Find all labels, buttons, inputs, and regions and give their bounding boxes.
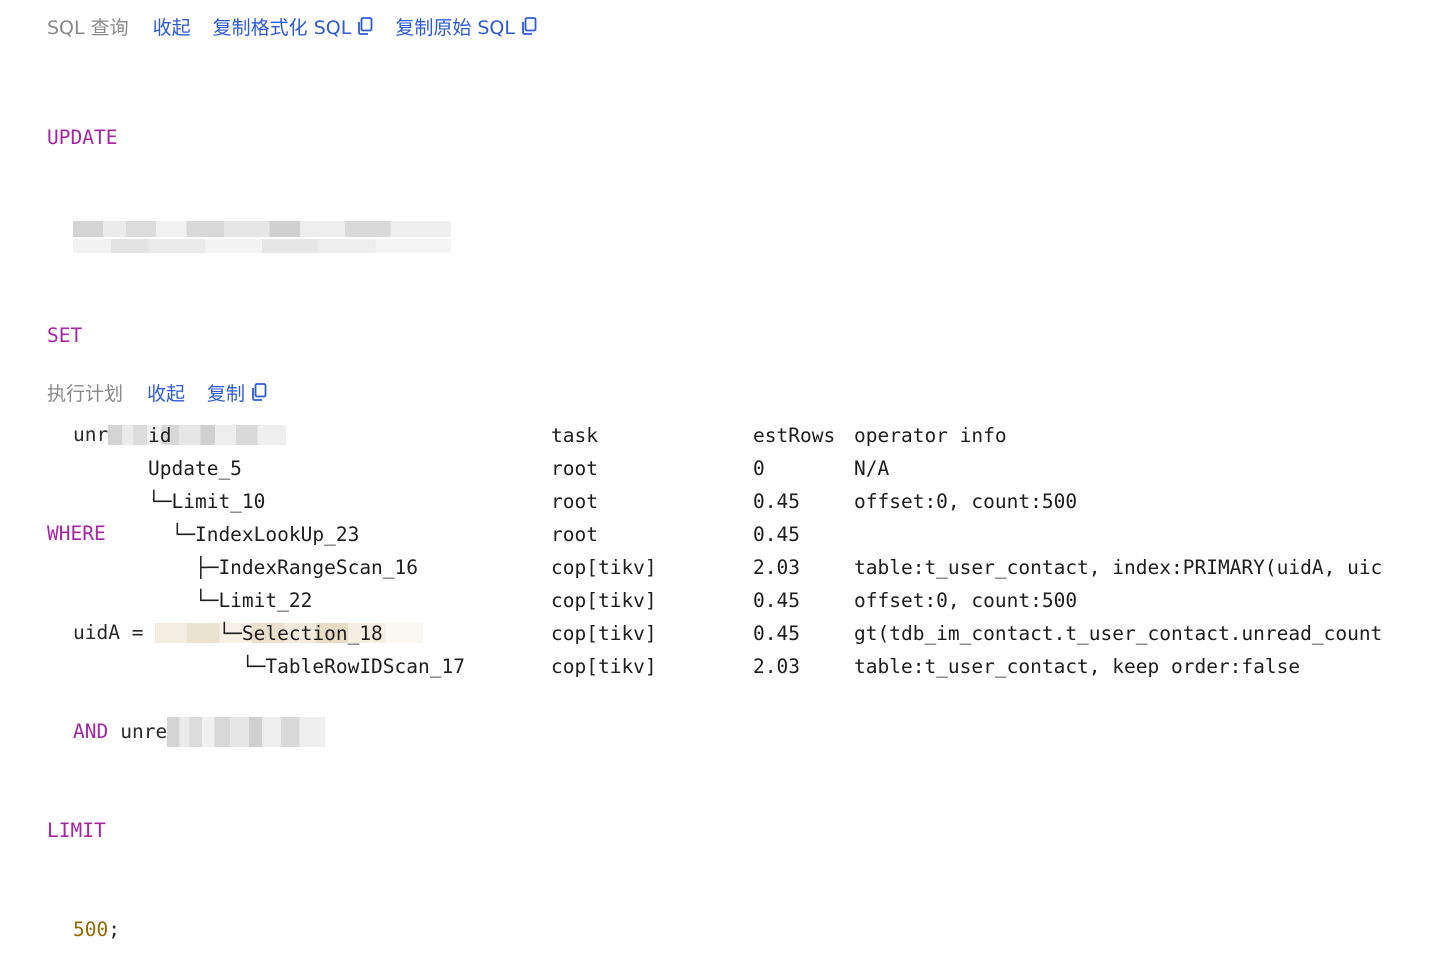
- plan-cell-task: cop[tikv]: [551, 556, 657, 579]
- copy-plan-button[interactable]: 复制: [207, 379, 267, 406]
- copy-raw-sql-label: 复制原始 SQL: [395, 16, 515, 39]
- column-header-task: task: [551, 424, 598, 447]
- sql-keyword-where: WHERE: [47, 522, 106, 545]
- copy-icon: [522, 17, 537, 35]
- set-clause-prefix: unr: [73, 423, 109, 446]
- sql-terminator: ;: [108, 918, 120, 941]
- plan-collapse-link[interactable]: 收起: [147, 379, 185, 406]
- plan-cell-operator-info: offset:0, count:500: [854, 589, 1078, 612]
- copy-formatted-sql-button[interactable]: 复制格式化 SQL: [213, 13, 374, 40]
- plan-cell-task: root: [551, 457, 598, 480]
- plan-cell-id: └─TableRowIDScan_17: [148, 655, 465, 678]
- column-header-est-rows: estRows: [753, 424, 836, 447]
- plan-cell-operator-info: table:t_user_contact, index:PRIMARY(uidA…: [854, 556, 1383, 579]
- plan-section-header: 执行计划 收起 复制: [47, 378, 289, 406]
- plan-cell-est-rows: 0.45: [753, 523, 800, 546]
- column-header-id: id: [148, 424, 172, 447]
- plan-cell-task: cop[tikv]: [551, 589, 657, 612]
- copy-plan-label: 复制: [207, 382, 246, 405]
- plan-cell-id: └─Limit_10: [148, 490, 266, 513]
- redacted-and-clause: [167, 716, 326, 747]
- plan-cell-est-rows: 0: [753, 457, 765, 480]
- table-row: └─TableRowIDScan_17 cop[tikv] 2.03 table…: [148, 650, 1410, 683]
- copy-raw-sql-button[interactable]: 复制原始 SQL: [395, 13, 537, 40]
- copy-icon: [252, 383, 267, 401]
- plan-cell-est-rows: 0.45: [753, 490, 800, 513]
- table-row: └─IndexLookUp_23 root 0.45: [148, 518, 1410, 551]
- and-clause-prefix: unre: [120, 720, 168, 743]
- table-row: └─Limit_22 cop[tikv] 0.45 offset:0, coun…: [148, 584, 1410, 617]
- plan-cell-operator-info: offset:0, count:500: [854, 490, 1078, 513]
- plan-section-label: 执行计划: [47, 382, 124, 405]
- plan-cell-est-rows: 0.45: [753, 622, 800, 645]
- sql-line-update: UPDATE: [47, 121, 451, 154]
- sql-keyword-set: SET: [47, 324, 83, 347]
- plan-cell-id: Update_5: [148, 457, 242, 480]
- plan-cell-task: cop[tikv]: [551, 622, 657, 645]
- sql-collapse-link[interactable]: 收起: [153, 13, 191, 40]
- sql-section-label: SQL 查询: [47, 16, 129, 39]
- plan-cell-operator-info: N/A: [854, 457, 890, 480]
- sql-line-table: [47, 220, 451, 253]
- plan-cell-task: cop[tikv]: [551, 655, 657, 678]
- sql-section-header: SQL 查询 收起 复制格式化 SQL 复制原始 SQL: [47, 12, 559, 40]
- copy-icon: [358, 17, 373, 35]
- limit-value: 500: [73, 918, 109, 941]
- sql-line-limit: LIMIT: [47, 814, 451, 847]
- plan-cell-est-rows: 0.45: [753, 589, 800, 612]
- plan-cell-est-rows: 2.03: [753, 655, 800, 678]
- sql-keyword-and: AND: [73, 720, 109, 743]
- plan-cell-operator-info: table:t_user_contact, keep order:false: [854, 655, 1301, 678]
- table-row: └─Limit_10 root 0.45 offset:0, count:500: [148, 485, 1410, 518]
- plan-cell-id: └─IndexLookUp_23: [148, 523, 360, 546]
- table-row: └─Selection_18 cop[tikv] 0.45 gt(tdb_im_…: [148, 617, 1410, 650]
- sql-line-and: AND unre: [47, 715, 451, 748]
- plan-cell-id: └─Limit_22: [148, 589, 313, 612]
- plan-cell-est-rows: 2.03: [753, 556, 800, 579]
- table-row: Update_5 root 0 N/A: [148, 452, 1410, 485]
- execution-plan-table: id task estRows operator info Update_5 r…: [148, 419, 1410, 683]
- table-row: ├─IndexRangeScan_16 cop[tikv] 2.03 table…: [148, 551, 1410, 584]
- redacted-table-name: [73, 220, 451, 253]
- plan-cell-task: root: [551, 523, 598, 546]
- sql-keyword-update: UPDATE: [47, 126, 118, 149]
- copy-formatted-sql-label: 复制格式化 SQL: [212, 16, 352, 39]
- plan-cell-id: ├─IndexRangeScan_16: [148, 556, 419, 579]
- sql-keyword-limit: LIMIT: [47, 819, 106, 842]
- where-clause-prefix: uidA =: [73, 621, 144, 644]
- sql-line-limit-value: 500;: [47, 913, 451, 946]
- column-header-operator-info: operator info: [854, 424, 1007, 447]
- sql-line-set: SET: [47, 319, 451, 352]
- plan-cell-operator-info: gt(tdb_im_contact.t_user_contact.unread_…: [854, 622, 1383, 645]
- plan-cell-task: root: [551, 490, 598, 513]
- plan-cell-id: └─Selection_18: [148, 622, 383, 645]
- plan-header-row: id task estRows operator info: [148, 419, 1410, 452]
